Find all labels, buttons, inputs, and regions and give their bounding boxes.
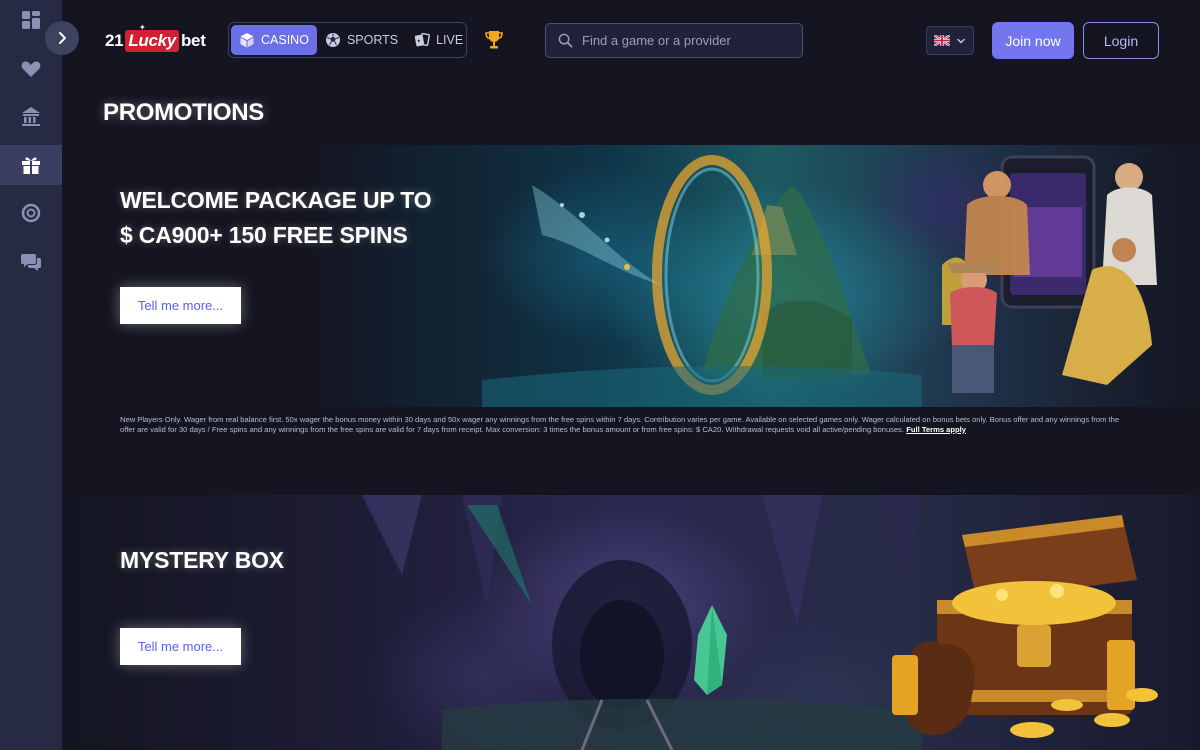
- tab-sports[interactable]: SPORTS: [317, 25, 406, 55]
- search-input[interactable]: [582, 33, 792, 48]
- chevron-right-icon: [59, 32, 66, 44]
- uk-flag-icon: [934, 35, 950, 46]
- top-header: ✦ 21 Lucky bet CASINO SPORTS LIVE Find a…: [62, 0, 1200, 80]
- chevron-down-icon: [957, 38, 965, 43]
- language-selector[interactable]: [926, 26, 974, 55]
- full-terms-link[interactable]: Full Terms apply: [906, 425, 966, 434]
- sidebar-item-casino[interactable]: [0, 96, 62, 136]
- gift-icon: [22, 157, 40, 174]
- trophy-icon[interactable]: [483, 29, 505, 51]
- dashboard-icon: [22, 11, 40, 29]
- page-title: PROMOTIONS: [103, 99, 265, 126]
- tab-sports-label: SPORTS: [346, 33, 399, 47]
- brand-logo[interactable]: ✦ 21 Lucky bet: [105, 23, 206, 53]
- join-now-button[interactable]: Join now: [992, 22, 1074, 59]
- logo-star-icon: ✦: [139, 23, 146, 32]
- tab-live[interactable]: LIVE: [406, 25, 471, 55]
- promo-terms-text: New Players Only. Wager from real balanc…: [120, 415, 1130, 434]
- sidebar: [0, 0, 62, 750]
- tab-live-label: LIVE: [436, 33, 464, 47]
- tell-me-more-button-mystery-box[interactable]: Tell me more...: [120, 628, 241, 665]
- search-icon: [558, 33, 573, 48]
- logo-prefix: 21: [105, 31, 124, 50]
- tell-me-more-button-welcome[interactable]: Tell me more...: [120, 287, 241, 324]
- soccer-ball-icon: [325, 33, 340, 47]
- promo-banner-welcome: WELCOME PACKAGE UP TO $ CA900+ 150 FREE …: [62, 145, 1200, 407]
- chat-support-icon: [21, 254, 41, 271]
- mystery-box-artwork: [362, 495, 1158, 750]
- product-tabs: CASINO SPORTS LIVE: [228, 22, 467, 58]
- login-button[interactable]: Login: [1083, 22, 1159, 59]
- logo-lucky: Lucky: [125, 30, 179, 52]
- sidebar-item-chat[interactable]: [0, 241, 62, 281]
- tab-casino[interactable]: CASINO: [231, 25, 317, 55]
- promo-banner-mystery-box: MYSTERY BOX Tell me more...: [62, 495, 1200, 750]
- promo-mystery-box-title: MYSTERY BOX: [120, 547, 284, 573]
- tab-casino-label: CASINO: [261, 33, 309, 47]
- sidebar-item-promotions[interactable]: [0, 145, 62, 185]
- promo-welcome-title: WELCOME PACKAGE UP TO $ CA900+ 150 FREE …: [120, 183, 432, 253]
- casino-building-icon: [22, 107, 40, 126]
- sidebar-item-support[interactable]: [0, 193, 62, 233]
- search-bar: [545, 23, 803, 58]
- sidebar-item-favorites[interactable]: [0, 49, 62, 89]
- logo-suffix: bet: [180, 31, 206, 50]
- heart-icon: [21, 61, 41, 77]
- promo-terms-body: New Players Only. Wager from real balanc…: [120, 415, 1120, 434]
- lifebuoy-icon: [21, 203, 41, 223]
- cards-icon: [414, 32, 431, 47]
- promo-welcome-title-line2: $ CA900+ 150 FREE SPINS: [120, 222, 408, 248]
- cube-icon: [240, 33, 254, 48]
- sidebar-expand-button[interactable]: [45, 21, 79, 55]
- promo-welcome-title-line1: WELCOME PACKAGE UP TO: [120, 187, 432, 213]
